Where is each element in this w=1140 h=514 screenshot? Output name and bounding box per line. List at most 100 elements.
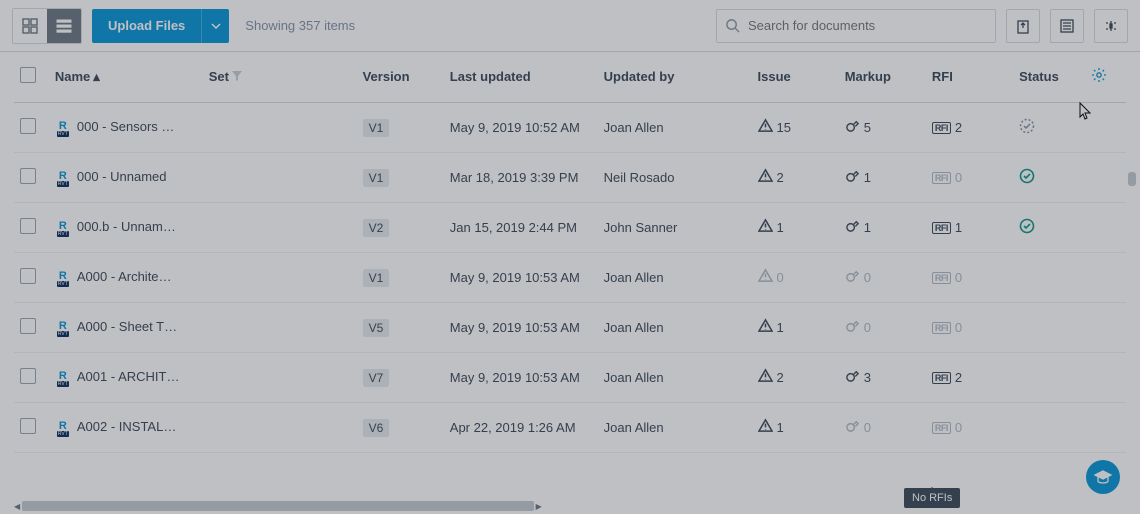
issue-cell[interactable]: 0	[752, 252, 839, 302]
markup-icon	[845, 318, 860, 336]
markup-cell[interactable]: 5	[839, 102, 926, 152]
markup-cell[interactable]: 0	[839, 402, 926, 452]
select-all-checkbox[interactable]	[20, 67, 36, 83]
rfi-icon: RFI	[932, 322, 951, 334]
activity-icon	[1059, 18, 1075, 34]
rfi-icon: RFI	[932, 372, 951, 384]
updated-by-cell: Joan Allen	[598, 102, 752, 152]
rvt-file-icon: RRVT	[55, 119, 71, 135]
file-name-cell[interactable]: RRVTA001 - ARCHIT…	[49, 352, 203, 402]
version-cell[interactable]: V1	[357, 102, 444, 152]
file-name-cell[interactable]: RRVTA000 - Sheet T…	[49, 302, 203, 352]
col-markup[interactable]: Markup	[839, 52, 926, 102]
version-cell[interactable]: V6	[357, 402, 444, 452]
rfi-cell[interactable]: RFI2	[926, 352, 1013, 402]
table-row[interactable]: RRVT000 - UnnamedV1Mar 18, 2019 3:39 PMN…	[14, 152, 1126, 202]
rfi-icon: RFI	[932, 172, 951, 184]
col-updated[interactable]: Last updated	[444, 52, 598, 102]
rfi-tooltip: No RFIs	[904, 488, 960, 508]
issue-cell[interactable]: 1	[752, 402, 839, 452]
row-checkbox[interactable]	[20, 318, 36, 334]
version-cell[interactable]: V1	[357, 252, 444, 302]
list-icon	[56, 18, 72, 34]
issue-cell[interactable]: 1	[752, 302, 839, 352]
file-table: Name▴ Set Version Last updated Updated b…	[0, 52, 1140, 453]
grid-view-button[interactable]	[13, 9, 47, 43]
version-cell[interactable]: V7	[357, 352, 444, 402]
upload-group: Upload Files	[92, 9, 229, 43]
issue-icon	[758, 168, 773, 186]
row-checkbox[interactable]	[20, 218, 36, 234]
table-row[interactable]: RRVT000 - Sensors …V1May 9, 2019 10:52 A…	[14, 102, 1126, 152]
search-box[interactable]	[716, 9, 996, 43]
rfi-cell[interactable]: RFI1	[926, 202, 1013, 252]
version-cell[interactable]: V5	[357, 302, 444, 352]
panel-button[interactable]	[1094, 9, 1128, 43]
row-checkbox[interactable]	[20, 118, 36, 134]
rfi-cell[interactable]: RFI0	[926, 302, 1013, 352]
markup-cell[interactable]: 1	[839, 152, 926, 202]
rfi-cell[interactable]: RFI0	[926, 402, 1013, 452]
table-row[interactable]: RRVTA002 - INSTAL… V6Apr 22, 2019 1:26 AM…	[14, 402, 1126, 452]
file-name-cell[interactable]: RRVT000 - Sensors …	[49, 102, 203, 152]
list-view-button[interactable]	[47, 9, 81, 43]
issue-cell[interactable]: 2	[752, 352, 839, 402]
rvt-file-icon: RRVT	[55, 169, 71, 185]
export-button[interactable]	[1006, 9, 1040, 43]
col-status[interactable]: Status	[1013, 52, 1085, 102]
rvt-file-icon: RRVT	[55, 269, 71, 285]
markup-cell[interactable]: 0	[839, 252, 926, 302]
issue-icon	[758, 418, 773, 436]
row-checkbox[interactable]	[20, 368, 36, 384]
issue-cell[interactable]: 15	[752, 102, 839, 152]
updated-cell: Mar 18, 2019 3:39 PM	[444, 152, 598, 202]
col-version[interactable]: Version	[357, 52, 444, 102]
file-name-cell[interactable]: RRVT000 - Unnamed	[49, 152, 203, 202]
help-button[interactable]	[1086, 460, 1120, 494]
issue-cell[interactable]: 1	[752, 202, 839, 252]
issue-icon	[758, 368, 773, 386]
rvt-file-icon: RRVT	[55, 319, 71, 335]
version-cell[interactable]: V1	[357, 152, 444, 202]
col-by[interactable]: Updated by	[598, 52, 752, 102]
table-row[interactable]: RRVTA000 - Archite…V1May 9, 2019 10:53 A…	[14, 252, 1126, 302]
search-input[interactable]	[746, 17, 987, 34]
status-cell	[1013, 102, 1085, 152]
file-name-cell[interactable]: RRVT000.b - Unnam…	[49, 202, 203, 252]
updated-cell: Apr 22, 2019 1:26 AM	[444, 402, 598, 452]
updated-cell: Jan 15, 2019 2:44 PM	[444, 202, 598, 252]
rfi-icon: RFI	[932, 122, 951, 134]
status-cell	[1013, 302, 1085, 352]
rfi-icon: RFI	[932, 272, 951, 284]
col-rfi[interactable]: RFI	[926, 52, 1013, 102]
upload-dropdown-button[interactable]	[201, 9, 229, 43]
set-cell	[203, 302, 357, 352]
markup-cell[interactable]: 3	[839, 352, 926, 402]
table-row[interactable]: RRVTA000 - Sheet T…V5May 9, 2019 10:53 A…	[14, 302, 1126, 352]
row-checkbox[interactable]	[20, 168, 36, 184]
col-name[interactable]: Name▴	[49, 52, 203, 102]
row-checkbox[interactable]	[20, 268, 36, 284]
issue-cell[interactable]: 2	[752, 152, 839, 202]
upload-button[interactable]: Upload Files	[92, 9, 201, 43]
vertical-scrollbar[interactable]	[1128, 172, 1136, 186]
row-checkbox[interactable]	[20, 418, 36, 434]
rfi-cell[interactable]: RFI2	[926, 102, 1013, 152]
caret-down-icon	[211, 23, 221, 29]
rfi-cell[interactable]: RFI0	[926, 152, 1013, 202]
col-issue[interactable]: Issue	[752, 52, 839, 102]
table-row[interactable]: RRVT000.b - Unnam… V2Jan 15, 2019 2:44 PM…	[14, 202, 1126, 252]
markup-cell[interactable]: 1	[839, 202, 926, 252]
file-name-cell[interactable]: RRVTA002 - INSTAL…	[49, 402, 203, 452]
export-icon	[1015, 18, 1031, 34]
table-row[interactable]: RRVTA001 - ARCHIT…V7May 9, 2019 10:53 AM…	[14, 352, 1126, 402]
activity-button[interactable]	[1050, 9, 1084, 43]
set-cell	[203, 202, 357, 252]
settings-gear-icon[interactable]	[1091, 67, 1107, 83]
version-cell[interactable]: V2	[357, 202, 444, 252]
status-cell	[1013, 352, 1085, 402]
markup-cell[interactable]: 0	[839, 302, 926, 352]
file-name-cell[interactable]: RRVTA000 - Archite…	[49, 252, 203, 302]
col-set[interactable]: Set	[203, 52, 357, 102]
rfi-cell[interactable]: RFI0	[926, 252, 1013, 302]
